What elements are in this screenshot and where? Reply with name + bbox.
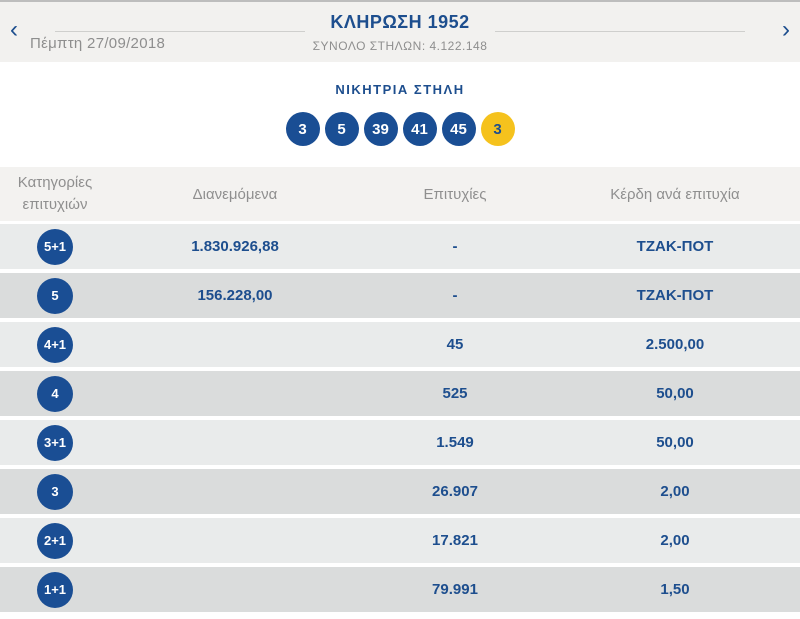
prize-table: Κατηγορίες επιτυχιών Διανεμόμενα Επιτυχί… — [0, 167, 800, 612]
distributed-cell: 1.830.926,88 — [191, 238, 279, 255]
table-row: 3 26.907 2,00 — [0, 469, 800, 514]
table-row: 1+1 79.991 1,50 — [0, 567, 800, 612]
prize-cell: ΤΖΑΚ-ΠΟΤ — [636, 287, 714, 304]
winning-number-ball: 45 — [441, 112, 476, 146]
prize-cell: 2,00 — [660, 532, 690, 549]
prize-table-header: Κατηγορίες επιτυχιών Διανεμόμενα Επιτυχί… — [0, 167, 800, 221]
header-category-line1: Κατηγορίες — [17, 174, 93, 192]
winners-cell: - — [452, 287, 458, 304]
winners-cell: - — [452, 238, 458, 255]
winners-cell: 26.907 — [432, 483, 478, 500]
table-row: 4+1 45 2.500,00 — [0, 322, 800, 367]
table-row: 2+1 17.821 2,00 — [0, 518, 800, 563]
winners-cell: 79.991 — [432, 581, 478, 598]
header-category-line2: επιτυχιών — [22, 196, 88, 213]
category-badge: 5+1 — [37, 228, 73, 265]
winning-number-ball: 41 — [402, 112, 437, 146]
table-row: 3+1 1.549 50,00 — [0, 420, 800, 465]
table-row: 5+1 1.830.926,88 - ΤΖΑΚ-ΠΟΤ — [0, 224, 800, 269]
category-badge: 4+1 — [37, 326, 73, 363]
prize-cell: ΤΖΑΚ-ΠΟΤ — [636, 238, 714, 255]
header-winners: Επιτυχίες — [423, 185, 487, 203]
header-prize-per-winner: Κέρδη ανά επιτυχία — [610, 185, 740, 203]
joker-number-ball: 3 — [480, 112, 515, 146]
prize-cell: 2,00 — [660, 483, 690, 500]
header-distributed: Διανεμόμενα — [192, 185, 278, 203]
table-row: 5 156.228,00 - ΤΖΑΚ-ΠΟΤ — [0, 273, 800, 318]
winning-numbers: 3 5 39 41 45 3 — [0, 112, 800, 146]
winning-number-ball: 39 — [363, 112, 398, 146]
total-columns-label: ΣΥΝΟΛΟ ΣΤΗΛΩΝ: 4.122.148 — [312, 39, 488, 53]
prize-cell: 1,50 — [660, 581, 690, 598]
header-divider-right — [495, 31, 745, 32]
category-badge: 3+1 — [37, 424, 73, 461]
winners-cell: 1.549 — [436, 434, 474, 451]
winning-column-section: ΝΙΚΗΤΡΙΑ ΣΤΗΛΗ 3 5 39 41 45 3 — [0, 62, 800, 167]
next-draw-arrow-icon[interactable]: › — [782, 18, 790, 42]
winning-column-label: ΝΙΚΗΤΡΙΑ ΣΤΗΛΗ — [335, 82, 465, 97]
draw-title-block: ΚΛΗΡΩΣΗ 1952 ΣΥΝΟΛΟ ΣΤΗΛΩΝ: 4.122.148 — [0, 12, 800, 53]
header-category: Κατηγορίες επιτυχιών — [0, 172, 110, 216]
distributed-cell: 156.228,00 — [197, 287, 273, 304]
prize-cell: 50,00 — [656, 385, 694, 402]
category-badge: 5 — [37, 277, 73, 314]
table-row: 4 525 50,00 — [0, 371, 800, 416]
winners-cell: 525 — [442, 385, 468, 402]
winning-number-ball: 3 — [285, 112, 320, 146]
winners-cell: 17.821 — [432, 532, 478, 549]
category-badge: 2+1 — [37, 522, 73, 559]
category-badge: 1+1 — [37, 571, 73, 608]
prize-cell: 50,00 — [656, 434, 694, 451]
prize-cell: 2.500,00 — [645, 336, 705, 353]
category-badge: 3 — [37, 473, 73, 510]
draw-title: ΚΛΗΡΩΣΗ 1952 — [330, 12, 470, 32]
winning-number-ball: 5 — [324, 112, 359, 146]
draw-header: ‹ Πέμπτη 27/09/2018 ΚΛΗΡΩΣΗ 1952 ΣΥΝΟΛΟ … — [0, 0, 800, 62]
prize-table-body: 5+1 1.830.926,88 - ΤΖΑΚ-ΠΟΤ 5 156.228,00… — [0, 224, 800, 612]
category-badge: 4 — [37, 375, 73, 412]
winners-cell: 45 — [446, 336, 464, 353]
